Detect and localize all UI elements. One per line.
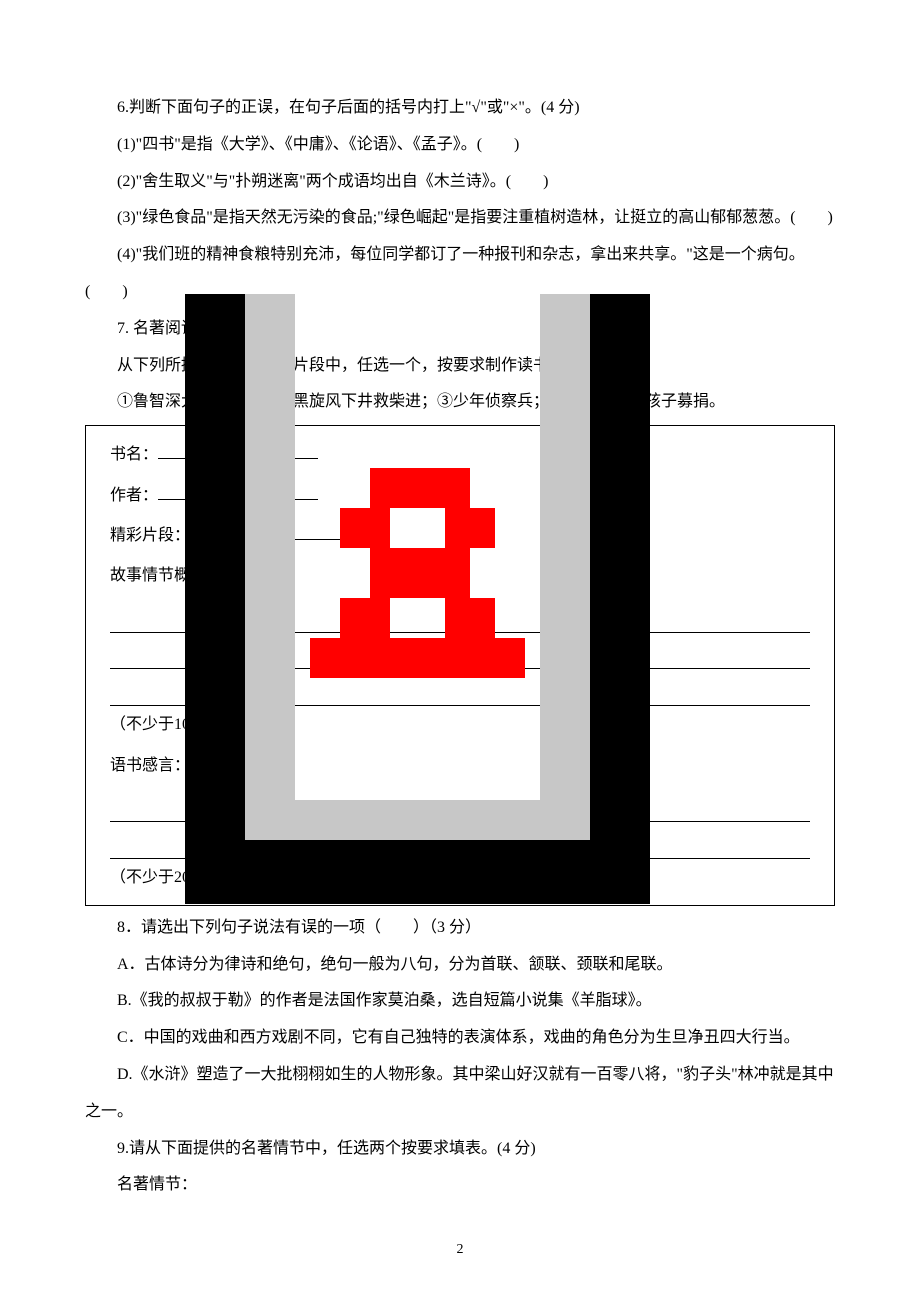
q7-instruction: 从下列所提供的名著精彩片段中，任选一个，按要求制作读书卡片。 [85,348,835,385]
q6-item-4: (4)"我们班的精神食粮特别充沛，每位同学都订了一种报刊和杂志，拿出来共享。"这… [85,237,835,311]
card-excerpt-row: 精彩片段： [110,517,810,555]
card-reflection-line-1[interactable] [110,793,810,822]
q9-label: 名著情节： [85,1167,835,1204]
q8-option-a: A．古体诗分为律诗和绝句，绝句一般为八句，分为首联、颔联、颈联和尾联。 [85,947,835,984]
card-book-row: 书名： [110,436,810,474]
card-book-blank[interactable] [158,443,318,459]
page-number: 2 [0,1234,920,1266]
card-reflection-line-2[interactable] [110,830,810,859]
card-plot-line-2[interactable] [110,641,810,670]
card-author-label: 作者： [110,487,158,504]
q7-stem: 7. 名著阅读。(10 分) [85,311,835,348]
q6-item-1: (1)"四书"是指《大学》、《中庸》、《论语》、《孟子》。( ) [85,127,835,164]
q8-option-b: B.《我的叔叔于勒》的作者是法国作家莫泊桑，选自短篇小说集《羊脂球》。 [85,983,835,1020]
q8-option-d: D.《水浒》塑造了一大批栩栩如生的人物形象。其中梁山好汉就有一百零八将，"豹子头… [85,1057,835,1131]
card-excerpt-blank[interactable] [190,524,350,540]
card-plot-label: 故事情节概述： [110,557,810,595]
q9-stem: 9.请从下面提供的名著情节中，任选两个按要求填表。(4 分) [85,1131,835,1168]
q6-item-2: (2)"舍生取义"与"扑朔迷离"两个成语均出自《木兰诗》。( ) [85,164,835,201]
card-reflection-tail: （不少于20 字） [110,869,226,886]
card-author-row: 作者： [110,477,810,515]
q6-item-3: (3)"绿色食品"是指天然无污染的食品;"绿色崛起"是指要注重植树造林，让挺立的… [85,200,835,237]
card-plot-line-3[interactable] [110,677,810,706]
q7-choices: ①鲁智深大闹五台山；②黑旋风下井救柴进；③少年侦察兵；④为扫烟囱的孩子募捐。 [85,384,835,421]
q8-option-c: C．中国的戏曲和西方戏剧不同，它有自己独特的表演体系，戏曲的角色分为生旦净丑四大… [85,1020,835,1057]
card-book-label: 书名： [110,446,158,463]
card-excerpt-label: 精彩片段： [110,527,190,544]
reading-card: 书名： 作者： 精彩片段： 故事情节概述： （不少于100 字） 语书感言： （… [85,425,835,906]
card-plot-line-1[interactable] [110,604,810,633]
q8-stem: 8．请选出下列句子说法有误的一项（ ）（3 分） [85,910,835,947]
q6-stem: 6.判断下面句子的正误，在句子后面的括号内打上"√"或"×"。(4 分) [85,90,835,127]
card-plot-tail: （不少于100 字） [110,716,234,733]
card-author-blank[interactable] [158,484,318,500]
card-reflection-label: 语书感言： [110,747,810,785]
